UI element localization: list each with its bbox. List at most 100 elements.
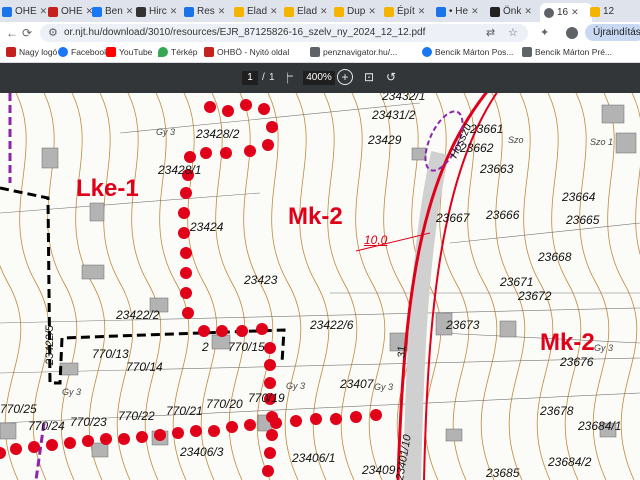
parcel-label: 23428/1 (158, 163, 202, 177)
boundary-dot (172, 427, 184, 439)
boundary-dot (244, 145, 256, 157)
boundary-dot (264, 342, 276, 354)
browser-tab[interactable]: Dup ✕ (334, 3, 380, 20)
boundary-dot (264, 447, 276, 459)
bookmark-item[interactable]: penznavigator.hu/... (310, 47, 397, 57)
zoom-input[interactable]: 400% (303, 71, 335, 85)
tab-favicon-icon (48, 6, 58, 17)
boundary-dot (154, 429, 166, 441)
building (41, 147, 59, 169)
close-icon[interactable]: ✕ (126, 6, 134, 17)
building (81, 264, 105, 280)
bookmark-item[interactable]: YouTube (106, 47, 152, 57)
extensions-icon[interactable]: ✦ (540, 26, 549, 39)
boundary-dot (236, 325, 248, 337)
boundary-dot (256, 323, 268, 335)
boundary-dot (184, 151, 196, 163)
parcel-label: 770/22 (118, 409, 155, 423)
tab-favicon-icon (490, 6, 500, 17)
parcel-label: 23423 (244, 273, 278, 287)
boundary-dot (136, 431, 148, 443)
close-icon[interactable]: ✕ (218, 6, 226, 17)
globe-icon (544, 7, 554, 18)
reload-icon[interactable]: ⟳ (22, 26, 32, 40)
browser-tab[interactable]: Elad ✕ (234, 3, 280, 20)
youtube-icon (106, 47, 116, 57)
fit-page-icon[interactable]: ⊡ (364, 70, 374, 84)
parcel-label: 23668 (538, 250, 572, 264)
browser-tab[interactable]: 12 (590, 3, 620, 20)
zone-label: Mk-2 (288, 203, 343, 230)
browser-tab[interactable]: Res ✕ (184, 3, 230, 20)
close-icon[interactable]: ✕ (270, 6, 278, 17)
tab-favicon-icon (92, 6, 102, 17)
parcel-label: 23678 (540, 404, 574, 418)
zoom-in-button[interactable]: + (337, 69, 353, 85)
back-icon[interactable]: ← (6, 26, 18, 40)
bookmark-item[interactable]: Bencik Márton Pré... (522, 47, 612, 57)
parcel-label: 23663 (480, 162, 514, 176)
building (91, 442, 109, 458)
close-icon[interactable]: ✕ (524, 6, 532, 17)
site-info-icon[interactable]: ⚙ (48, 26, 58, 39)
tab-favicon-icon (334, 6, 344, 17)
close-icon[interactable]: ✕ (368, 6, 376, 17)
browser-tab[interactable]: • He ✕ (436, 3, 484, 20)
boundary-dot (200, 147, 212, 159)
browser-tab[interactable]: Önk ✕ (490, 3, 536, 20)
close-icon[interactable]: ✕ (170, 6, 178, 17)
address-bar[interactable]: ⚙ or.njt.hu/download/3010/resources/EJR_… (40, 24, 528, 42)
close-icon[interactable]: ✕ (471, 6, 479, 17)
close-icon[interactable]: ✕ (418, 6, 426, 17)
parcel-label: 23422/5 (44, 325, 56, 365)
bookmark-item[interactable]: Térkép (158, 47, 197, 57)
parcel-label: 770/21 (166, 404, 203, 418)
zone-label: Lke-1 (76, 175, 139, 202)
close-icon[interactable]: ✕ (571, 7, 579, 18)
measure-label: 10,0 (364, 233, 388, 247)
parcel-label: 23422/6 (310, 318, 354, 332)
bookmark-favicon-icon (310, 47, 320, 57)
browser-tab[interactable]: OHE ✕ (2, 3, 48, 20)
zoom-out-button[interactable]: − (282, 69, 298, 85)
bookmark-item[interactable]: Nagy logó (6, 47, 57, 57)
rotate-icon[interactable]: ↺ (386, 70, 396, 84)
parcel-label: 23432/1 (382, 93, 426, 103)
browser-tab-active[interactable]: 16 ✕ (540, 3, 592, 22)
boundary-dot (204, 101, 216, 113)
parcel-label: 23684/2 (548, 455, 592, 469)
building (615, 132, 637, 154)
bookmark-item[interactable]: Facebook (58, 47, 108, 57)
boundary-dot (180, 287, 192, 299)
pdf-map-canvas: Lke-1 Mk-2 Mk-2 23428/2 23428/1 23424 23… (0, 93, 640, 480)
boundary-dot (262, 465, 274, 477)
boundary-dot (118, 433, 130, 445)
close-icon[interactable]: ✕ (40, 6, 48, 17)
bookmark-item[interactable]: OHBÖ - Nyitó oldal (204, 47, 289, 57)
avatar[interactable] (566, 27, 578, 39)
parcel-label: 23431/2 (372, 108, 416, 122)
tab-favicon-icon (2, 6, 12, 17)
parcel-label: 23665 (566, 213, 600, 227)
boundary-dot (178, 207, 190, 219)
browser-tab[interactable]: Elad ✕ (284, 3, 330, 20)
zone-code-label: Gy 3 (594, 343, 614, 353)
boundary-dot (216, 325, 228, 337)
boundary-dot (350, 411, 362, 423)
browser-tab[interactable]: Ben ✕ (92, 3, 136, 20)
parcel-label: 23422/2 (116, 308, 160, 322)
zone-code-label: Gy 3 (374, 382, 394, 392)
boundary-dot (226, 421, 238, 433)
browser-tab[interactable]: Hirc ✕ (136, 3, 182, 20)
page-number-input[interactable]: 1 (242, 71, 258, 85)
bookmark-item[interactable]: Bencik Márton Pos... (422, 47, 513, 57)
boundary-dot (220, 147, 232, 159)
bookmark-star-icon[interactable]: ☆ (508, 26, 518, 39)
browser-tab[interactable]: Épít ✕ (384, 3, 430, 20)
close-icon[interactable]: ✕ (320, 6, 328, 17)
translate-icon[interactable]: ⇄ (486, 26, 495, 39)
update-button[interactable]: Újraindítás (585, 24, 640, 41)
boundary-dot (10, 443, 22, 455)
browser-tab[interactable]: OHE ✕ (48, 3, 92, 20)
tab-favicon-icon (234, 6, 244, 17)
